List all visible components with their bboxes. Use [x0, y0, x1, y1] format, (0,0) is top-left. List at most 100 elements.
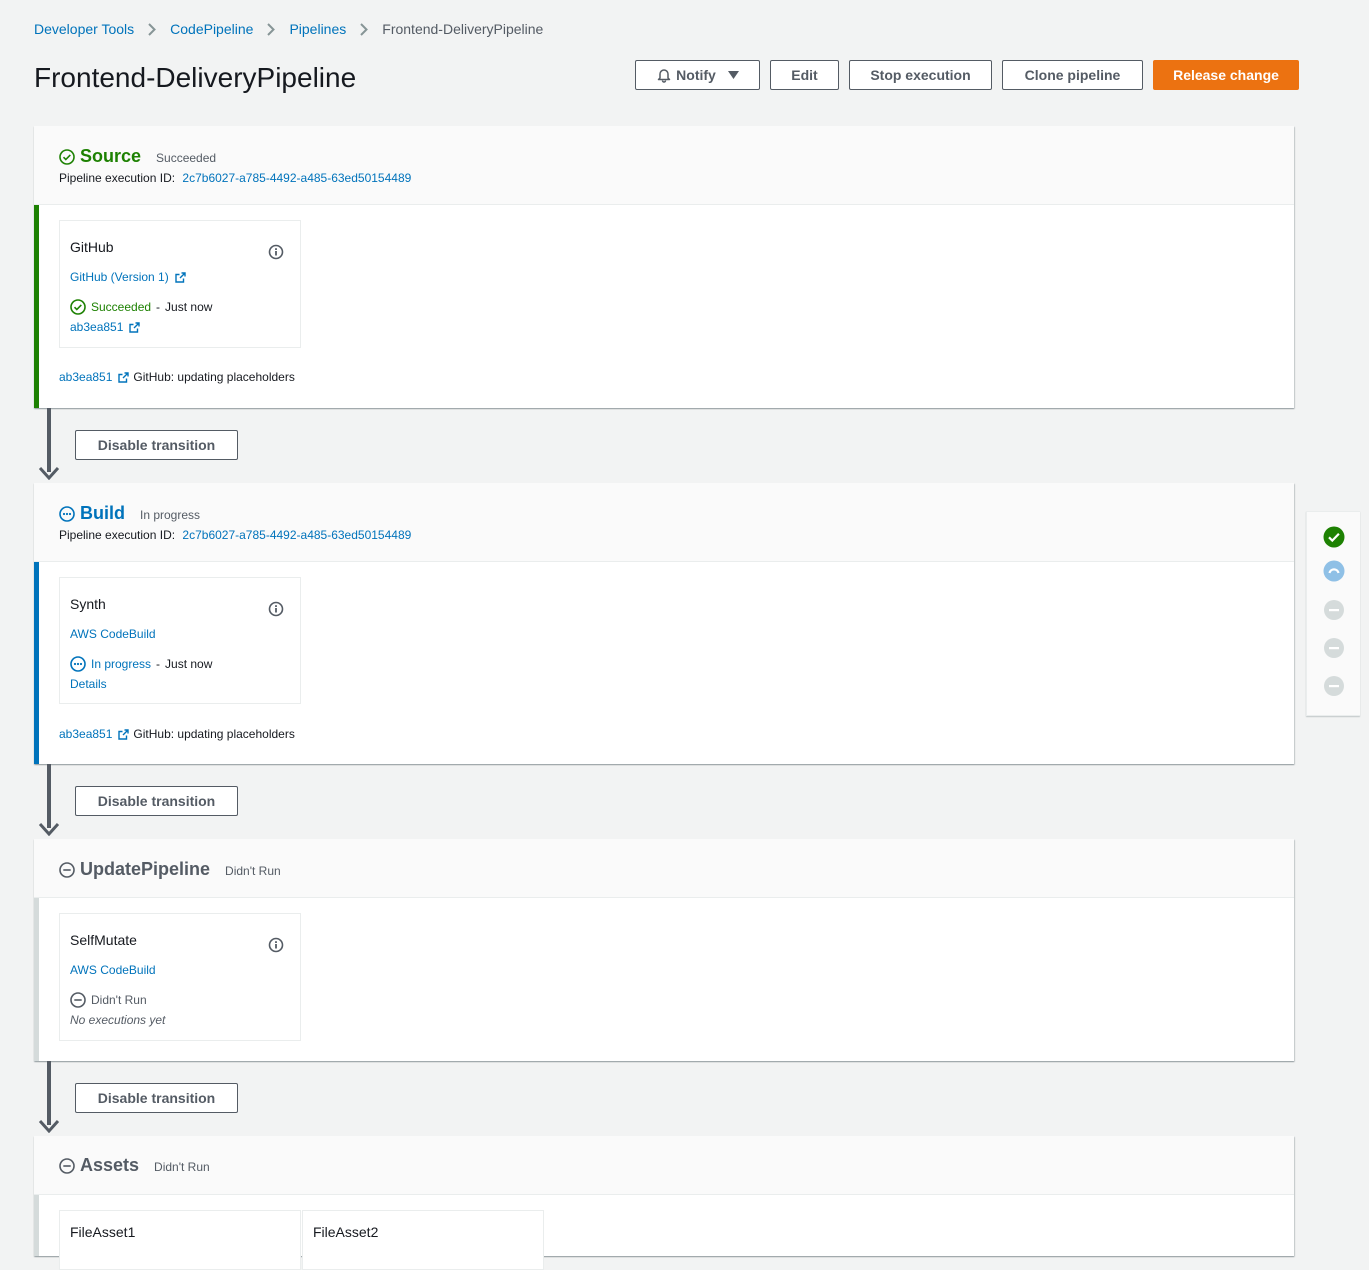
status-separator: -: [156, 657, 161, 671]
notify-button[interactable]: Notify: [635, 60, 760, 90]
stage-build: Build In progress Pipeline execution ID:…: [34, 483, 1294, 764]
breadcrumb-developer-tools[interactable]: Developer Tools: [34, 21, 134, 37]
stage-commit: ab3ea851 GitHub: updating placeholders: [59, 727, 295, 741]
execution-id-line: Pipeline execution ID: 2c7b6027-a785-449…: [59, 528, 411, 542]
action-card: FileAsset2: [302, 1210, 544, 1270]
stage-header: UpdatePipeline Didn't Run: [34, 839, 1294, 898]
stage-nav-didnt-run-icon[interactable]: [1323, 675, 1345, 697]
stage-nav-in-progress-icon[interactable]: [1323, 560, 1345, 582]
external-link-icon: [129, 321, 141, 333]
stage-updatepipeline: UpdatePipeline Didn't Run SelfMutate AWS…: [34, 839, 1294, 1061]
stage-status: Didn't Run: [225, 864, 281, 878]
clone-pipeline-button[interactable]: Clone pipeline: [1002, 60, 1143, 90]
transition-arrow: [47, 764, 51, 828]
info-icon[interactable]: [268, 601, 284, 617]
breadcrumb-codepipeline[interactable]: CodePipeline: [170, 21, 253, 37]
disable-transition-button[interactable]: Disable transition: [75, 1083, 238, 1113]
no-executions-text: No executions yet: [70, 1013, 166, 1027]
stage-status: In progress: [140, 508, 201, 522]
action-status: Succeeded - Just now: [70, 299, 212, 315]
didnt-run-icon: [59, 1157, 75, 1174]
action-status: Didn't Run: [70, 992, 147, 1008]
stage-name: Assets: [80, 1155, 140, 1175]
action-card: FileAsset1: [59, 1210, 301, 1270]
stage-commit: ab3ea851 GitHub: updating placeholders: [59, 370, 295, 384]
breadcrumb: Developer Tools CodePipeline Pipelines F…: [34, 21, 543, 37]
action-name: SelfMutate: [70, 932, 137, 948]
action-card: GitHub GitHub (Version 1) Succeeded - Ju…: [59, 220, 301, 348]
stage-title: Source Succeeded: [59, 146, 216, 167]
stage-status: Succeeded: [156, 151, 217, 165]
action-name: FileAsset2: [313, 1224, 379, 1240]
commit-message: GitHub: updating placeholders: [133, 370, 295, 384]
caret-down-icon: [727, 71, 739, 79]
transition-arrow: [47, 1061, 51, 1125]
disable-transition-button[interactable]: Disable transition: [75, 786, 238, 816]
action-name: GitHub: [70, 239, 114, 255]
success-icon: [59, 148, 75, 165]
release-change-button[interactable]: Release change: [1153, 60, 1299, 90]
stop-execution-button[interactable]: Stop execution: [849, 60, 992, 90]
in-progress-icon: [70, 656, 86, 672]
stage-title: UpdatePipeline Didn't Run: [59, 859, 281, 880]
action-status-label: In progress: [91, 657, 152, 671]
action-time: Just now: [165, 657, 213, 671]
chevron-right-icon: [360, 22, 369, 36]
edit-button[interactable]: Edit: [770, 60, 839, 90]
action-status: In progress - Just now: [70, 656, 212, 672]
external-link-icon: [118, 728, 130, 740]
action-provider-link[interactable]: AWS CodeBuild: [70, 963, 156, 977]
stage-title: Build In progress: [59, 503, 200, 524]
didnt-run-icon: [59, 861, 75, 878]
commit-message: GitHub: updating placeholders: [133, 727, 295, 741]
stage-nav-didnt-run-icon[interactable]: [1323, 599, 1345, 621]
action-time: Just now: [165, 300, 213, 314]
action-card: Synth AWS CodeBuild In progress - Just n…: [59, 577, 301, 704]
execution-id-label: Pipeline execution ID:: [59, 528, 176, 542]
info-icon[interactable]: [268, 244, 284, 260]
success-icon: [70, 299, 86, 315]
commit-link-label: ab3ea851: [70, 320, 124, 334]
commit-link[interactable]: ab3ea851: [70, 320, 141, 334]
action-card: SelfMutate AWS CodeBuild Didn't Run No e…: [59, 913, 301, 1041]
status-separator: -: [156, 300, 161, 314]
stage-name: Build: [80, 503, 125, 523]
arrow-down-icon: [38, 1119, 60, 1133]
action-provider-link[interactable]: AWS CodeBuild: [70, 627, 156, 641]
stage-assets: Assets Didn't Run FileAsset1 FileAsset2: [34, 1136, 1294, 1270]
action-provider-link[interactable]: GitHub (Version 1): [70, 270, 186, 284]
stage-title: Assets Didn't Run: [59, 1155, 210, 1176]
provider-label: GitHub (Version 1): [70, 270, 169, 284]
stage-navigator: [1306, 511, 1360, 716]
bell-icon: [656, 67, 672, 83]
disable-transition-button[interactable]: Disable transition: [75, 430, 238, 460]
info-icon[interactable]: [268, 937, 284, 953]
stage-nav-succeeded-icon[interactable]: [1323, 526, 1345, 548]
stage-header: Source Succeeded Pipeline execution ID: …: [34, 126, 1294, 205]
details-link[interactable]: Details: [70, 677, 107, 691]
in-progress-icon: [59, 505, 75, 522]
execution-id-link[interactable]: 2c7b6027-a785-4492-a485-63ed50154489: [182, 528, 411, 542]
transition-arrow: [47, 408, 51, 472]
stage-nav-didnt-run-icon[interactable]: [1323, 637, 1345, 659]
execution-id-line: Pipeline execution ID: 2c7b6027-a785-449…: [59, 171, 411, 185]
stage-header: Build In progress Pipeline execution ID:…: [34, 483, 1294, 562]
action-status-label: Didn't Run: [91, 993, 147, 1007]
didnt-run-icon: [70, 992, 86, 1008]
external-link-icon: [175, 271, 186, 283]
chevron-right-icon: [148, 22, 157, 36]
breadcrumb-pipelines[interactable]: Pipelines: [289, 21, 346, 37]
action-status-label: Succeeded: [91, 300, 152, 314]
commit-id: ab3ea851: [59, 370, 113, 384]
stage-header: Assets Didn't Run: [34, 1136, 1294, 1195]
execution-id-label: Pipeline execution ID:: [59, 171, 176, 185]
commit-id-link[interactable]: ab3ea851: [59, 370, 130, 384]
external-link-icon: [118, 371, 130, 383]
commit-id: ab3ea851: [59, 727, 113, 741]
commit-id-link[interactable]: ab3ea851: [59, 727, 130, 741]
chevron-right-icon: [267, 22, 276, 36]
arrow-down-icon: [38, 466, 60, 480]
execution-id-link[interactable]: 2c7b6027-a785-4492-a485-63ed50154489: [182, 171, 411, 185]
breadcrumb-current: Frontend-DeliveryPipeline: [382, 21, 544, 37]
page-title: Frontend-DeliveryPipeline: [34, 62, 357, 93]
